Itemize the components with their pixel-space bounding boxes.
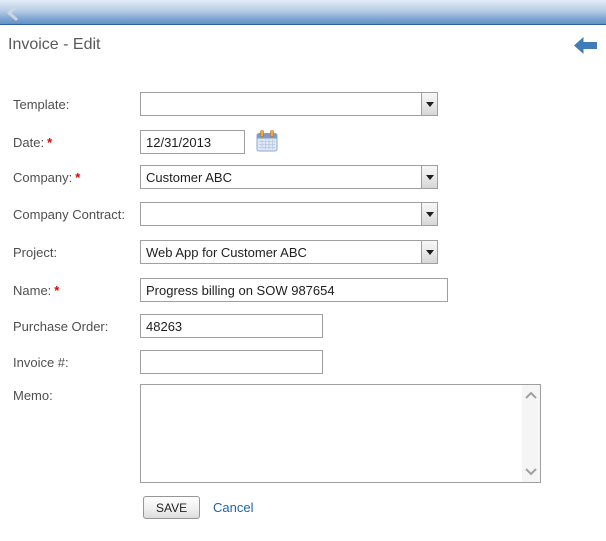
company-label-text: Company: (13, 170, 73, 185)
company-contract-label-text: Company Contract: (13, 207, 125, 222)
company-contract-label: Company Contract: (13, 207, 137, 222)
header-bar (0, 0, 606, 25)
memo-label: Memo: (13, 388, 137, 403)
purchase-order-label-text: Purchase Order: (13, 319, 109, 334)
invoice-number-label: Invoice #: (13, 355, 137, 370)
date-picker-button[interactable] (255, 130, 279, 154)
purchase-order-label: Purchase Order: (13, 319, 137, 334)
required-marker: * (47, 135, 53, 150)
cancel-link[interactable]: Cancel (213, 500, 253, 515)
project-combobox[interactable] (140, 240, 438, 264)
date-label-text: Date: (13, 135, 45, 150)
required-marker: * (54, 283, 60, 298)
name-input[interactable] (140, 278, 448, 302)
memo-label-text: Memo: (13, 388, 53, 403)
chevron-left-icon (7, 5, 18, 21)
template-combobox[interactable] (140, 92, 438, 116)
chevron-down-icon[interactable] (524, 464, 538, 478)
project-input[interactable] (140, 240, 421, 264)
memo-textarea[interactable] (141, 385, 521, 482)
memo-scrollbar[interactable] (522, 385, 540, 482)
save-button[interactable]: SAVE (143, 496, 201, 519)
project-dropdown-button[interactable] (421, 240, 438, 264)
caret-down-icon (425, 211, 434, 217)
arrow-left-icon (573, 37, 597, 54)
caret-down-icon (425, 249, 434, 255)
page-title: Invoice - Edit (8, 36, 101, 53)
memo-field (140, 384, 541, 483)
template-dropdown-button[interactable] (421, 92, 438, 116)
caret-down-icon (425, 174, 434, 180)
invoice-number-input[interactable] (140, 350, 323, 374)
invoice-edit-page: Invoice - Edit Template: Date: * 12/31/2… (0, 0, 606, 541)
chevron-up-icon[interactable] (524, 389, 538, 403)
company-combobox[interactable] (140, 165, 438, 189)
company-label: Company: * (13, 170, 137, 185)
company-contract-input[interactable] (140, 202, 421, 226)
invoice-number-label-text: Invoice #: (13, 355, 69, 370)
name-label-text: Name: (13, 283, 52, 298)
date-input[interactable] (140, 130, 245, 154)
company-input[interactable] (140, 165, 421, 189)
back-button[interactable] (573, 37, 597, 55)
header-back-button[interactable] (6, 5, 20, 21)
company-contract-dropdown-button[interactable] (421, 202, 438, 226)
template-input[interactable] (140, 92, 421, 116)
project-label: Project: (13, 245, 137, 260)
template-label-text: Template: (13, 97, 70, 112)
purchase-order-input[interactable] (140, 314, 323, 338)
template-label: Template: (13, 97, 137, 112)
company-contract-combobox[interactable] (140, 202, 438, 226)
company-dropdown-button[interactable] (421, 165, 438, 189)
name-label: Name: * (13, 283, 137, 298)
caret-down-icon (425, 101, 434, 107)
calendar-icon (256, 130, 278, 152)
required-marker: * (75, 170, 81, 185)
date-label: Date: * (13, 135, 137, 150)
project-label-text: Project: (13, 245, 58, 260)
